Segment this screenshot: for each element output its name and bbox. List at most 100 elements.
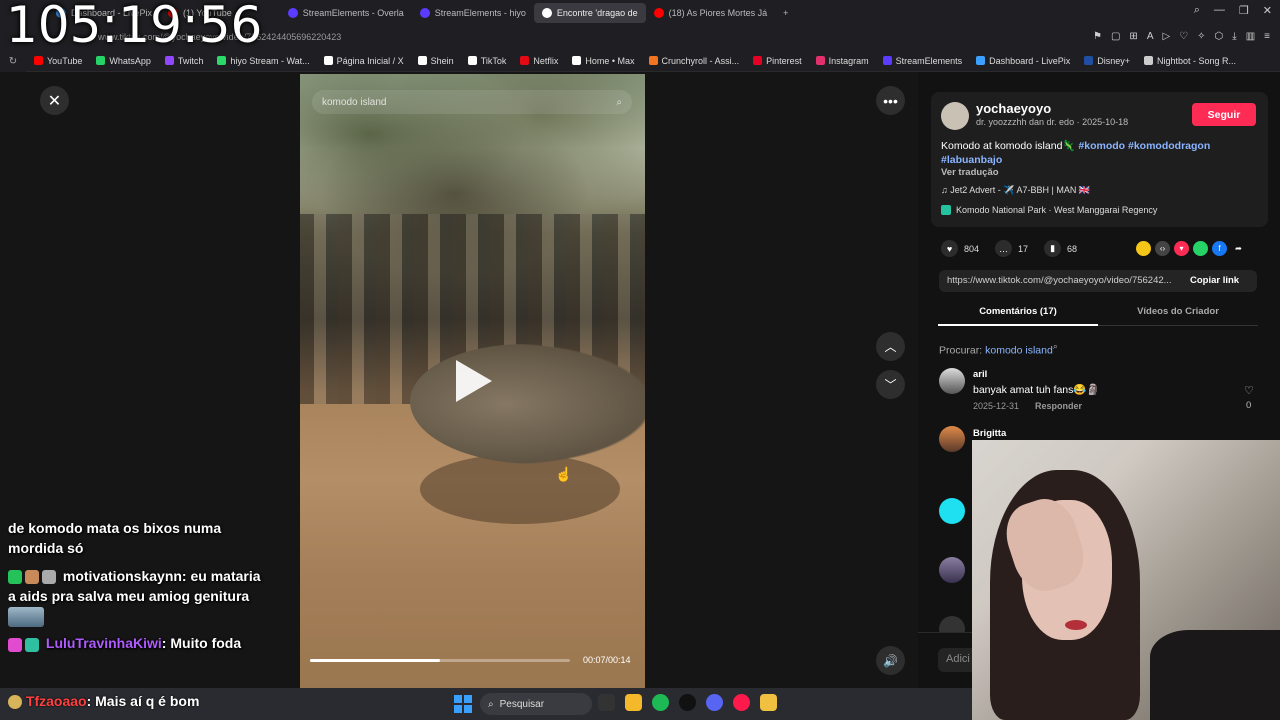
download-icon[interactable]: ⤓ (1232, 31, 1236, 42)
instagram-icon (815, 56, 825, 65)
new-tab-button[interactable]: + (775, 3, 796, 23)
comment-author[interactable]: Brigitta (973, 428, 1006, 439)
video-search-bar[interactable]: komodo island ⌕ (312, 90, 632, 114)
hashtag-link[interactable]: #labuanbajo (941, 154, 1002, 166)
menu-icon[interactable]: ≡ (1264, 31, 1270, 42)
avatar[interactable] (941, 102, 969, 130)
tab-creator-videos[interactable]: Vídeos do Criador (1098, 306, 1258, 317)
bookmark-disney[interactable]: Disney+ (1084, 56, 1130, 66)
bookmark-whatsapp[interactable]: WhatsApp (96, 56, 151, 66)
bookmark-livepix[interactable]: Dashboard - LivePix (976, 56, 1070, 66)
whatsapp-icon[interactable] (1193, 241, 1208, 256)
komodo-dragon (410, 344, 645, 464)
browser-tab-active[interactable]: Encontre 'dragao de (533, 3, 646, 23)
bookmark-crunchyroll[interactable]: Crunchyroll - Assi... (648, 56, 739, 66)
minimize-icon[interactable]: — (1214, 4, 1225, 17)
browser-toolbar: ⚑ ▢ ⊞ A ▷ ♡ ✧ ⬡ ⤓ ▥ ≡ (1093, 31, 1270, 42)
bookmark-nightbot[interactable]: Nightbot - Song R... (1143, 56, 1236, 66)
browser-tab[interactable]: StreamElements - Overla (280, 3, 412, 23)
save-button[interactable]: ▮ 68 (1044, 240, 1077, 257)
close-icon[interactable]: ✕ (1263, 4, 1272, 17)
facebook-icon[interactable]: f (1212, 241, 1227, 256)
search-icon: ⌕ (488, 698, 494, 710)
browser-tab[interactable]: (18) As Piores Mortes Já (646, 3, 776, 23)
bookmark-instagram[interactable]: Instagram (815, 56, 869, 66)
livepix-icon (976, 56, 986, 65)
bookmark-icon[interactable]: ⚑ (1093, 31, 1102, 42)
spotify-icon[interactable] (652, 694, 669, 711)
comment-like-button[interactable]: ♡ (1244, 384, 1254, 397)
embed-icon[interactable]: ‹› (1155, 241, 1170, 256)
badge-icon (25, 570, 39, 585)
avatar[interactable] (939, 426, 965, 452)
obs-icon[interactable] (679, 694, 696, 711)
comment-button[interactable]: … 17 (995, 240, 1028, 257)
history-icon[interactable]: ↻ (9, 56, 17, 67)
sidebar-icon[interactable]: ▥ (1246, 31, 1255, 42)
hashtag-link[interactable]: #komodo (1078, 140, 1125, 152)
sparkle-icon[interactable]: ✧ (1197, 31, 1205, 42)
bookmark-shein[interactable]: Shein (417, 56, 454, 66)
search-icon[interactable]: ⌕ (1194, 4, 1200, 17)
restore-icon[interactable]: ❐ (1239, 4, 1249, 17)
badge-icon (8, 695, 22, 710)
disney-icon (1084, 56, 1094, 65)
reader-icon[interactable]: ⊞ (1129, 31, 1137, 42)
bookmark-youtube[interactable]: YouTube (34, 56, 82, 66)
post-caption: Komodo at komodo island🦎 #komodo #komodo… (941, 140, 1211, 166)
speaker-icon: 🔊 (883, 653, 898, 668)
bookmark-twitch[interactable]: Twitch (164, 56, 203, 66)
play-icon[interactable] (456, 360, 492, 402)
youtube-icon (653, 8, 664, 18)
screenshot-icon[interactable]: ▢ (1111, 31, 1120, 42)
emote-icon (8, 607, 44, 628)
video-time: 00:07/00:14 (583, 655, 631, 665)
like-button[interactable]: ♥ 804 (941, 240, 979, 257)
play-icon[interactable]: ▷ (1162, 31, 1170, 42)
search-term-link[interactable]: komodo island (985, 345, 1053, 357)
share-icon[interactable]: ➦ (1231, 241, 1246, 256)
app-icon[interactable] (760, 694, 777, 711)
hashtag-link[interactable]: #komododragon (1128, 140, 1210, 152)
close-button[interactable]: ✕ (40, 86, 69, 115)
browser-tab[interactable]: StreamElements - hiyo (412, 3, 534, 23)
bookmark-pinterest[interactable]: Pinterest (753, 56, 802, 66)
bookmark-x[interactable]: Página Inicial / X (323, 56, 404, 66)
tab-comments[interactable]: Comentários (17) (938, 306, 1098, 317)
music-link[interactable]: ♫ Jet2 Advert - ✈️ A7-BBH | MAN 🇬🇧 (941, 185, 1090, 196)
follow-button[interactable]: Seguir (1192, 103, 1256, 126)
taskbar-search[interactable]: ⌕ Pesquisar (480, 693, 592, 715)
avatar[interactable] (939, 498, 965, 524)
avatar[interactable] (939, 368, 965, 394)
more-options-button[interactable]: ••• (876, 86, 905, 115)
folder-icon[interactable] (625, 694, 642, 711)
windows-start-icon[interactable] (454, 695, 472, 713)
discord-icon[interactable] (706, 694, 723, 711)
translate-icon[interactable]: A (1147, 31, 1154, 42)
bookmark-max[interactable]: Home • Max (572, 56, 635, 66)
extensions-icon[interactable]: ⬡ (1215, 31, 1224, 42)
translate-link[interactable]: Ver tradução (941, 167, 999, 178)
bookmark-netflix[interactable]: Netflix (520, 56, 558, 66)
location-link[interactable]: Komodo National Park · West Manggarai Re… (941, 205, 1157, 215)
comment-author[interactable]: aril (973, 369, 987, 380)
opera-icon[interactable] (733, 694, 750, 711)
post-link[interactable]: https://www.tiktok.com/@yochaeyoyo/video… (947, 275, 1183, 286)
avatar[interactable] (939, 557, 965, 583)
bookmark-tiktok[interactable]: TikTok (467, 56, 506, 66)
bookmark-hiyo-stream[interactable]: hiyo Stream - Wat... (217, 56, 310, 66)
webcam-feed (972, 440, 1280, 720)
reply-button[interactable]: Responder (1035, 401, 1082, 411)
heart-icon[interactable]: ♡ (1179, 31, 1188, 42)
chat-message: de komodo mata os bixos numa mordida só (8, 520, 222, 556)
bookmark-streamelements[interactable]: StreamElements (882, 56, 962, 66)
volume-button[interactable]: 🔊 (876, 646, 905, 675)
copy-link-button[interactable]: Copiar link (1190, 275, 1239, 286)
coin-icon[interactable] (1136, 241, 1151, 256)
send-icon[interactable]: ▾ (1174, 241, 1189, 256)
heart-icon: ♡ (1244, 385, 1254, 397)
post-username[interactable]: yochaeyoyo (976, 101, 1051, 116)
task-view-icon[interactable] (598, 694, 615, 711)
next-video-button[interactable]: ﹀ (876, 370, 905, 399)
previous-video-button[interactable]: ︿ (876, 332, 905, 361)
